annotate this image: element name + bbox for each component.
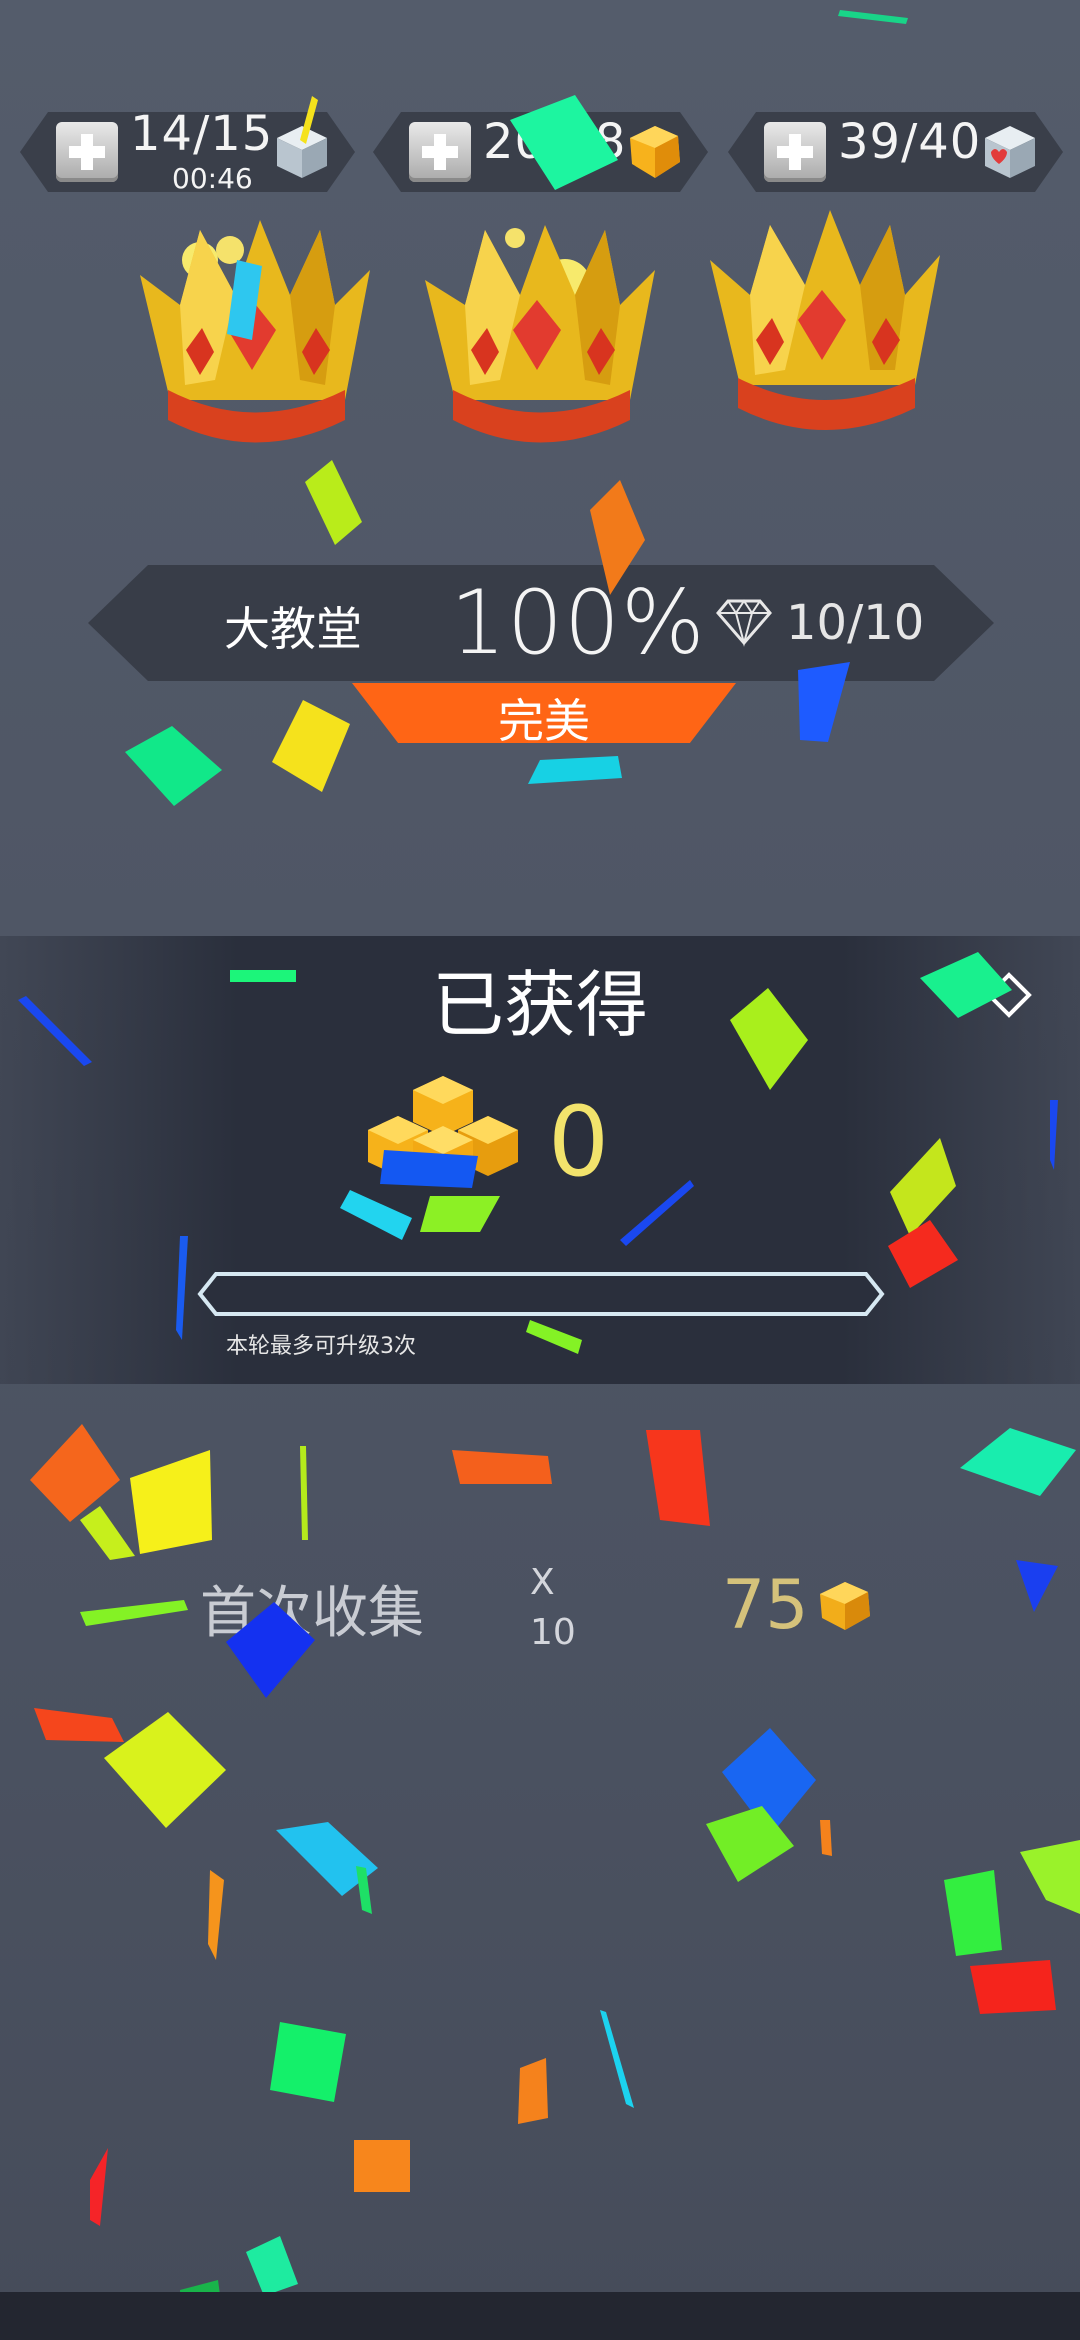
crown-icon — [710, 210, 940, 430]
add-gold-button[interactable] — [409, 122, 471, 182]
grey-cube-icon — [273, 122, 331, 182]
heart-cube-icon — [981, 122, 1039, 182]
add-hearts-button[interactable] — [764, 122, 826, 182]
crown-icon — [140, 220, 370, 443]
reward-title: 已获得 — [431, 963, 648, 1047]
reward-amount: 0 — [548, 1086, 610, 1198]
multiplier-symbol: X — [530, 1562, 555, 1603]
gold-pile-icon — [368, 1076, 518, 1186]
system-nav-bar — [0, 2292, 1080, 2340]
rating-label: 完美 — [498, 694, 590, 748]
gold-counter: 20...8 — [373, 112, 708, 192]
gem-count: 10/10 — [786, 595, 925, 651]
rating-ribbon: 完美 — [352, 683, 736, 743]
hearts-value: 39/40 — [838, 114, 982, 170]
diamond-icon — [716, 595, 772, 647]
crown-icon — [425, 225, 655, 443]
add-energy-button[interactable] — [56, 122, 118, 182]
level-result-banner: 大教堂 100% 10/10 — [88, 565, 994, 681]
upgrade-progress-bar — [197, 1272, 885, 1316]
first-collect-label: 首次收集 — [200, 1581, 424, 1646]
gold-cube-icon — [820, 1582, 870, 1630]
gold-cube-icon — [626, 122, 684, 182]
reward-panel: 已获得 0 本轮最多可升级3次 — [0, 936, 1080, 1384]
info-icon[interactable] — [986, 972, 1032, 1018]
energy-counter: 14/15 00:46 — [20, 112, 355, 192]
energy-value: 14/15 — [130, 106, 274, 162]
level-percent: 100% — [450, 571, 706, 674]
gold-value: 20...8 — [483, 114, 627, 170]
energy-timer: 00:46 — [172, 162, 253, 195]
hearts-counter: 39/40 — [728, 112, 1063, 192]
upgrade-note: 本轮最多可升级3次 — [226, 1334, 416, 1359]
multiplier-value: 10 — [530, 1612, 576, 1653]
level-name: 大教堂 — [224, 602, 362, 656]
first-collect-amount: 75 — [722, 1566, 809, 1645]
